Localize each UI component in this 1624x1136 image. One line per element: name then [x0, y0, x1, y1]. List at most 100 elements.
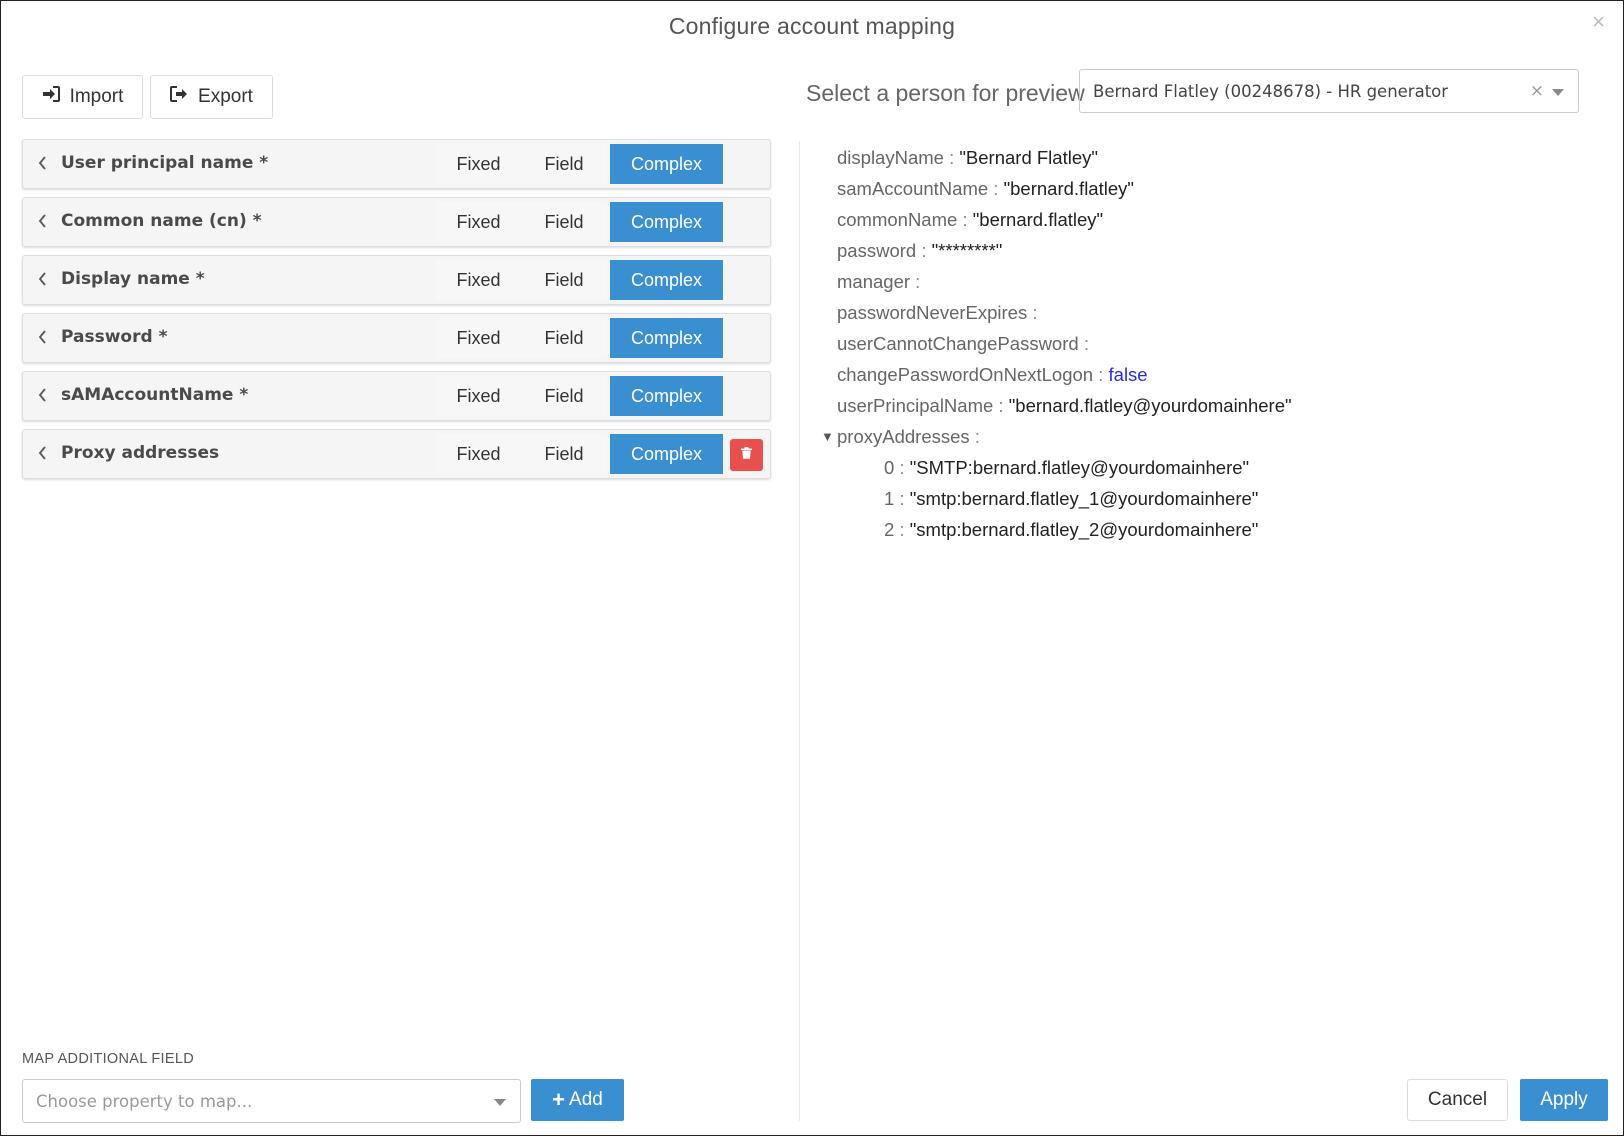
item-index: 1	[884, 488, 895, 509]
property-key: password	[837, 240, 917, 261]
property-key: proxyAddresses	[837, 426, 970, 447]
property-key: userPrincipalName	[837, 395, 994, 416]
proxy-address-item: 2 : "smtp:bernard.flatley_2@yourdomainhe…	[837, 514, 1292, 545]
mode-fixed-button[interactable]: Fixed	[436, 376, 521, 416]
property-value: "bernard.flatley"	[1003, 178, 1134, 199]
dropdown-caret-icon[interactable]	[1552, 89, 1564, 96]
property-value: "Bernard Flatley"	[959, 147, 1098, 168]
preview-property: displayName : "Bernard Flatley"	[837, 142, 1292, 173]
property-key: passwordNeverExpires	[837, 302, 1028, 323]
key-separator: :	[894, 457, 910, 478]
item-index: 0	[884, 457, 895, 478]
dialog-title: Configure account mapping	[668, 13, 956, 39]
proxy-address-item: 0 : "SMTP:bernard.flatley@yourdomainhere…	[837, 452, 1292, 483]
close-icon[interactable]: ×	[1592, 11, 1605, 33]
mode-complex-button[interactable]: Complex	[610, 376, 723, 416]
add-button[interactable]: + Add	[531, 1079, 624, 1121]
mode-fixed-button[interactable]: Fixed	[436, 202, 521, 242]
preview-property: commonName : "bernard.flatley"	[837, 204, 1292, 235]
key-separator: :	[894, 519, 910, 540]
delete-button[interactable]	[730, 439, 763, 471]
mode-fixed-button[interactable]: Fixed	[436, 144, 521, 184]
property-key: samAccountName	[837, 178, 989, 199]
cancel-button[interactable]: Cancel	[1407, 1079, 1508, 1121]
mapping-row: Common name (cn) * Fixed Field Complex	[22, 197, 771, 247]
key-separator: :	[894, 488, 910, 509]
preview-property: changePasswordOnNextLogon : false	[837, 359, 1292, 390]
expand-toggle-icon[interactable]: ▼	[821, 421, 834, 452]
mapping-row-label: Password *	[61, 327, 168, 347]
mode-fixed-button[interactable]: Fixed	[436, 434, 521, 474]
preview-property-tree: displayName : "Bernard Flatley" samAccoun…	[821, 142, 1292, 545]
mode-field-button[interactable]: Field	[521, 376, 607, 416]
chevron-left-icon[interactable]	[35, 153, 49, 173]
mapping-row-label: Proxy addresses	[61, 443, 220, 463]
mapping-row: Password * Fixed Field Complex	[22, 313, 771, 363]
apply-button[interactable]: Apply	[1520, 1079, 1608, 1121]
property-select[interactable]: Choose property to map...	[22, 1079, 521, 1123]
panel-divider	[799, 141, 800, 1121]
import-button[interactable]: Import	[22, 75, 143, 119]
chevron-left-icon[interactable]	[35, 211, 49, 231]
item-value: "SMTP:bernard.flatley@yourdomainhere"	[909, 457, 1250, 478]
property-key: manager	[837, 271, 911, 292]
map-additional-field-label: MAP ADDITIONAL FIELD	[22, 1051, 194, 1067]
mapping-row-label: sAMAccountName *	[61, 385, 249, 405]
key-separator: :	[910, 271, 921, 292]
sign-out-icon	[170, 86, 188, 108]
export-label: Export	[198, 86, 253, 107]
mode-complex-button[interactable]: Complex	[610, 202, 723, 242]
key-separator: :	[916, 240, 932, 261]
key-separator: :	[1093, 364, 1109, 385]
mode-fixed-button[interactable]: Fixed	[436, 318, 521, 358]
key-separator: :	[943, 147, 960, 168]
mode-field-button[interactable]: Field	[521, 260, 607, 300]
mapping-row-label: Common name (cn) *	[61, 211, 262, 231]
proxy-addresses-node: ▼ proxyAddresses :	[821, 421, 1292, 452]
preview-property: manager :	[837, 266, 1292, 297]
mode-complex-button[interactable]: Complex	[610, 260, 723, 300]
key-separator: :	[988, 178, 1004, 199]
mapping-row: Proxy addresses Fixed Field Complex	[22, 429, 771, 479]
item-index: 2	[884, 519, 895, 540]
property-value: "********"	[931, 240, 1003, 261]
preview-label: Select a person for preview	[806, 80, 1085, 106]
add-label: Add	[569, 1089, 603, 1110]
import-label: Import	[69, 86, 124, 107]
mode-complex-button[interactable]: Complex	[610, 318, 723, 358]
mode-field-button[interactable]: Field	[521, 202, 607, 242]
key-separator: :	[969, 426, 980, 447]
sign-in-icon	[42, 86, 60, 108]
property-key: commonName	[837, 209, 958, 230]
key-separator: :	[1027, 302, 1038, 323]
dropdown-caret-icon[interactable]	[494, 1099, 506, 1106]
preview-property: passwordNeverExpires :	[837, 297, 1292, 328]
mode-field-button[interactable]: Field	[521, 434, 607, 474]
mode-fixed-button[interactable]: Fixed	[436, 260, 521, 300]
person-preview-select[interactable]: Bernard Flatley (00248678) - HR generato…	[1079, 69, 1579, 113]
chevron-left-icon[interactable]	[35, 443, 49, 463]
preview-property: userCannotChangePassword :	[837, 328, 1292, 359]
mode-complex-button[interactable]: Complex	[610, 434, 723, 474]
property-value: "bernard.flatley"	[972, 209, 1104, 230]
item-value: "smtp:bernard.flatley_2@yourdomainhere"	[909, 519, 1259, 540]
property-value: "bernard.flatley@yourdomainhere"	[1008, 395, 1292, 416]
mode-complex-button[interactable]: Complex	[610, 144, 723, 184]
chevron-left-icon[interactable]	[35, 327, 49, 347]
mode-field-button[interactable]: Field	[521, 144, 607, 184]
proxy-address-item: 1 : "smtp:bernard.flatley_1@yourdomainhe…	[837, 483, 1292, 514]
preview-property: samAccountName : "bernard.flatley"	[837, 173, 1292, 204]
chevron-left-icon[interactable]	[35, 269, 49, 289]
key-separator: :	[993, 395, 1009, 416]
plus-icon: +	[552, 1087, 566, 1112]
mode-field-button[interactable]: Field	[521, 318, 607, 358]
property-key: userCannotChangePassword	[837, 333, 1079, 354]
property-value: false	[1108, 364, 1148, 385]
property-select-placeholder: Choose property to map...	[36, 1091, 253, 1111]
key-separator: :	[1078, 333, 1089, 354]
chevron-left-icon[interactable]	[35, 385, 49, 405]
mapping-row: sAMAccountName * Fixed Field Complex	[22, 371, 771, 421]
export-button[interactable]: Export	[150, 75, 273, 119]
property-key: changePasswordOnNextLogon	[837, 364, 1094, 385]
clear-selection-icon[interactable]: ×	[1530, 81, 1544, 101]
